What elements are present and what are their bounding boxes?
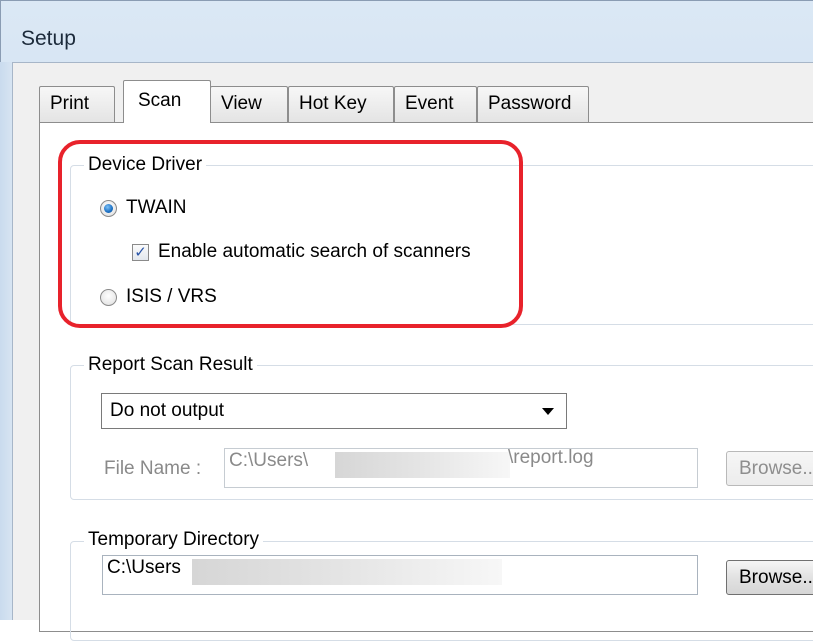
tab-label: View <box>221 93 262 114</box>
tab-print[interactable]: Print <box>39 86 115 122</box>
highlight-annotation <box>58 140 523 328</box>
window-border <box>0 62 12 620</box>
tab-event[interactable]: Event <box>394 86 477 122</box>
temporary-browse-button[interactable]: Browse... <box>726 560 813 595</box>
temporary-directory-title: Temporary Directory <box>84 529 264 551</box>
tab-hot-key[interactable]: Hot Key <box>288 86 394 122</box>
redacted-path <box>335 452 510 478</box>
report-scan-result-title: Report Scan Result <box>84 354 257 376</box>
chevron-down-icon <box>542 408 554 415</box>
tab-scan[interactable]: Scan <box>123 80 211 123</box>
tab-label: Event <box>405 93 454 114</box>
report-browse-button[interactable]: Browse... <box>726 451 813 486</box>
temporary-directory-prefix: C:\Users <box>107 557 181 578</box>
window-title: Setup <box>21 27 76 50</box>
selected-option: Do not output <box>110 400 225 421</box>
tab-label: Print <box>50 93 90 114</box>
report-output-select[interactable]: Do not output <box>101 393 567 429</box>
tab-label: Password <box>488 93 572 114</box>
tab-label: Hot Key <box>299 93 367 114</box>
title-bar[interactable]: Setup <box>1 1 813 61</box>
tab-view[interactable]: View <box>210 86 288 122</box>
tab-password[interactable]: Password <box>477 86 589 122</box>
tab-label: Scan <box>138 90 182 111</box>
file-name-label: File Name : <box>104 458 202 479</box>
redacted-path <box>192 559 502 585</box>
file-name-suffix: \report.log <box>508 447 594 468</box>
file-name-prefix: C:\Users\ <box>229 450 309 471</box>
